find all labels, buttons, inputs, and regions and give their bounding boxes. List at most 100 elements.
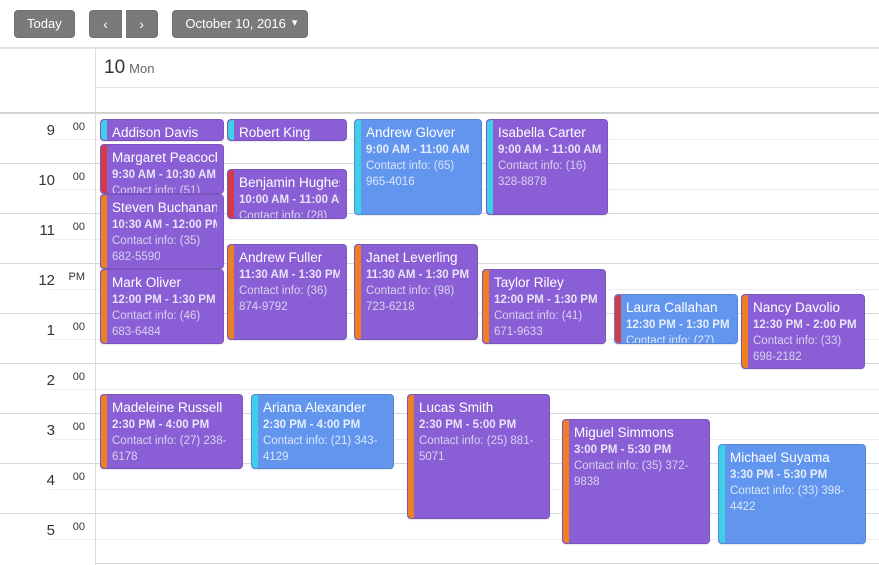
time-hour-label: 12 <box>38 272 55 289</box>
event-title: Margaret Peacock <box>112 150 217 165</box>
event-time-range: 11:30 AM - 1:30 PM <box>239 269 340 281</box>
calendar-event[interactable]: Benjamin Hughes 10:00 AM - 11:00 AM Contac… <box>227 169 347 219</box>
event-title: Michael Suyama <box>730 450 830 465</box>
event-details: Contact info: (51) 640- <box>112 185 201 194</box>
calendar-event[interactable]: Madeleine Russell 2:30 PM - 4:00 PM Contac… <box>100 394 243 469</box>
event-details: Contact info: (98) 723-6218 <box>366 285 455 313</box>
scheduler-day-view: Today ‹ › October 10, 2016 ▾ 10 Mon 9 00 10 0… <box>0 0 879 565</box>
event-title: Taylor Riley <box>494 275 564 290</box>
event-color-bar <box>615 295 621 343</box>
event-title: Madeleine Russell <box>112 400 223 415</box>
event-title: Janet Leverling <box>366 250 458 265</box>
event-details: Contact info: (27) 131- <box>626 335 715 344</box>
event-details: Contact info: (33) 398-4422 <box>730 485 845 513</box>
time-axis-row: 2 00 <box>0 363 95 413</box>
calendar-event[interactable]: Addison Davis <box>100 119 224 141</box>
time-hour-label: 2 <box>46 372 55 389</box>
all-day-row[interactable] <box>96 88 879 112</box>
time-axis-row: 11 00 <box>0 213 95 263</box>
calendar-event[interactable]: Lucas Smith 2:30 PM - 5:00 PM Contact info… <box>407 394 550 519</box>
event-color-bar <box>483 270 489 343</box>
time-minute-label: 00 <box>72 321 85 333</box>
previous-day-button[interactable]: ‹ <box>89 10 122 38</box>
event-details: Contact info: (65) 965-4016 <box>366 160 455 188</box>
event-time-range: 10:00 AM - 11:00 AM <box>239 194 340 206</box>
time-hour-label: 11 <box>39 222 55 239</box>
calendar-event[interactable]: Ariana Alexander 2:30 PM - 4:00 PM Contact… <box>251 394 394 469</box>
calendar-event[interactable]: Andrew Fuller 11:30 AM - 1:30 PM Contact i… <box>227 244 347 340</box>
date-picker-button[interactable]: October 10, 2016 ▾ <box>172 10 309 38</box>
calendar-event[interactable]: Mark Oliver 12:00 PM - 1:30 PM Contact inf… <box>100 269 224 344</box>
date-picker-label: October 10, 2016 <box>185 16 286 31</box>
event-color-bar <box>101 120 107 140</box>
event-time-range: 9:00 AM - 11:00 AM <box>498 144 601 156</box>
event-color-bar <box>742 295 748 368</box>
calendar-event[interactable]: Margaret Peacock 9:30 AM - 10:30 AM Contac… <box>100 144 224 194</box>
event-title: Isabella Carter <box>498 125 586 140</box>
scheduler-grid: 9 00 10 00 11 00 12 PM 1 00 2 00 3 00 4 00 5 00 Addison D… <box>0 113 879 565</box>
event-time-range: 11:30 AM - 1:30 PM <box>366 269 470 281</box>
event-time-range: 9:00 AM - 11:00 AM <box>366 144 470 156</box>
time-minute-label: 00 <box>72 121 85 133</box>
time-axis-column: 9 00 10 00 11 00 12 PM 1 00 2 00 3 00 4 00 5 00 <box>0 113 96 565</box>
event-title: Andrew Glover <box>366 125 456 140</box>
time-axis-row: 4 00 <box>0 463 95 513</box>
event-title: Addison Davis <box>112 125 199 140</box>
event-color-bar <box>719 445 725 543</box>
event-time-range: 3:30 PM - 5:30 PM <box>730 469 828 481</box>
event-color-bar <box>228 170 234 218</box>
event-details: Contact info: (25) 881-5071 <box>419 435 534 463</box>
event-color-bar <box>487 120 493 214</box>
time-minute-label: 00 <box>72 371 85 383</box>
today-button[interactable]: Today <box>14 10 75 38</box>
calendar-event[interactable]: Isabella Carter 9:00 AM - 11:00 AM Contact… <box>486 119 608 215</box>
next-day-button[interactable]: › <box>126 10 158 38</box>
time-axis-row: 1 00 <box>0 313 95 363</box>
calendar-event[interactable]: Laura Callahan 12:30 PM - 1:30 PM Contact … <box>614 294 738 344</box>
scheduler-toolbar: Today ‹ › October 10, 2016 ▾ <box>0 0 879 48</box>
calendar-event[interactable]: Miguel Simmons 3:00 PM - 5:30 PM Contact i… <box>562 419 710 544</box>
event-color-bar <box>101 395 107 468</box>
event-color-bar <box>355 120 361 214</box>
day-number: 10 <box>104 57 126 78</box>
event-details: Contact info: (46) 683-6484 <box>112 310 201 338</box>
event-details: Contact info: (36) 874-9792 <box>239 285 328 313</box>
chevron-down-icon: ▾ <box>291 17 298 29</box>
calendar-event[interactable]: Steven Buchanan 10:30 AM - 12:00 PM Contac… <box>100 194 224 269</box>
event-title: Steven Buchanan <box>112 200 217 215</box>
time-axis-row: 12 PM <box>0 263 95 313</box>
event-details: Contact info: (16) 328-8878 <box>498 160 587 188</box>
event-color-bar <box>408 395 414 518</box>
time-minute-label: 00 <box>72 421 85 433</box>
time-hour-label: 1 <box>46 322 55 339</box>
event-details: Contact info: (35) 682-5590 <box>112 235 201 263</box>
event-title: Miguel Simmons <box>574 425 674 440</box>
event-title: Benjamin Hughes <box>239 175 340 190</box>
event-details: Contact info: (28) 887- <box>239 210 328 219</box>
day-header-cell[interactable]: 10 Mon <box>96 48 879 88</box>
event-details: Contact info: (33) 698-2182 <box>753 335 842 363</box>
grid-bottom-border <box>96 563 879 564</box>
calendar-event[interactable]: Andrew Glover 9:00 AM - 11:00 AM Contact i… <box>354 119 482 215</box>
navigation-button-group: ‹ › <box>89 10 158 38</box>
event-color-bar <box>101 145 107 193</box>
time-minute-label: 00 <box>72 471 85 483</box>
event-title: Nancy Davolio <box>753 300 841 315</box>
calendar-event[interactable]: Taylor Riley 12:00 PM - 1:30 PM Contact in… <box>482 269 606 344</box>
event-details: Contact info: (41) 671-9633 <box>494 310 583 338</box>
event-title: Andrew Fuller <box>239 250 323 265</box>
event-color-bar <box>563 420 569 543</box>
event-time-range: 10:30 AM - 12:00 PM <box>112 219 217 231</box>
calendar-event[interactable]: Robert King <box>227 119 347 141</box>
time-hour-label: 4 <box>46 472 55 489</box>
time-minute-label: 00 <box>72 221 85 233</box>
calendar-event[interactable]: Nancy Davolio 12:30 PM - 2:00 PM Contact i… <box>741 294 865 369</box>
calendar-event[interactable]: Janet Leverling 11:30 AM - 1:30 PM Contact… <box>354 244 478 340</box>
time-minute-label: PM <box>68 271 86 283</box>
event-time-range: 3:00 PM - 5:30 PM <box>574 444 672 456</box>
event-time-range: 2:30 PM - 4:00 PM <box>263 419 361 431</box>
event-color-bar <box>101 270 107 343</box>
calendar-event[interactable]: Michael Suyama 3:30 PM - 5:30 PM Contact i… <box>718 444 866 544</box>
event-color-bar <box>355 245 361 339</box>
day-name: Mon <box>129 61 155 76</box>
